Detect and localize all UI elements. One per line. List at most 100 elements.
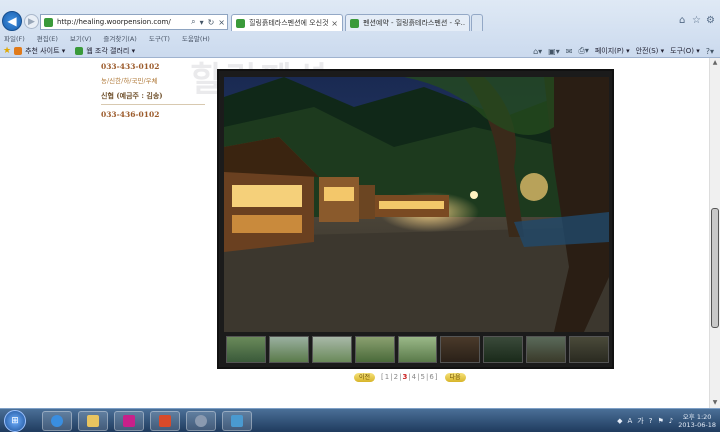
tab-reservation[interactable]: 펜션예약 - 힐링흙테라스펜션 - 우... bbox=[345, 14, 470, 31]
scroll-down-icon[interactable]: ▼ bbox=[710, 398, 720, 408]
page-numbers: [1|2|3|4|5|6] bbox=[381, 373, 439, 381]
network-icon[interactable]: ◆ bbox=[617, 417, 622, 425]
tab-favicon-icon bbox=[236, 18, 245, 28]
taskbar-app-media[interactable] bbox=[114, 411, 144, 431]
contact-info: 033-433-0102 농/신한/하/국민/우체 신협 (예금주 : 김송) … bbox=[101, 62, 211, 119]
taskbar-app-settings[interactable] bbox=[186, 411, 216, 431]
taskbar: ⊞ ◆ A 가 ? ⚑ ♪ 오후 1:20 2013-06-18 bbox=[0, 408, 720, 432]
vertical-scrollbar[interactable]: ▲ ▼ bbox=[709, 58, 720, 408]
tab-favicon-icon bbox=[350, 18, 359, 28]
menu-file[interactable]: 파일(F) bbox=[4, 33, 25, 44]
thumbnail[interactable] bbox=[226, 336, 266, 363]
phone-number-2: 033-436-0102 bbox=[101, 110, 160, 119]
help-icon[interactable]: ?▾ bbox=[706, 47, 714, 56]
language-icon[interactable]: A bbox=[628, 417, 633, 425]
home-icon[interactable]: ⌂▾ bbox=[533, 47, 542, 56]
help-icon[interactable]: ? bbox=[649, 417, 653, 425]
back-arrow-icon: ◀ bbox=[7, 14, 17, 28]
thumbnail[interactable] bbox=[526, 336, 567, 363]
url-text[interactable]: http://healing.woorpension.com/ bbox=[57, 18, 189, 26]
scroll-thumb[interactable] bbox=[711, 208, 719, 328]
thumbnail[interactable] bbox=[268, 336, 309, 363]
main-photo[interactable] bbox=[224, 77, 609, 332]
search-icon[interactable]: ⌕ bbox=[189, 17, 197, 27]
next-page-button[interactable]: 다음 bbox=[444, 372, 466, 382]
home-icon[interactable]: ⌂ bbox=[679, 15, 685, 26]
back-button[interactable]: ◀ bbox=[2, 11, 22, 31]
dropdown-icon[interactable]: ▾ bbox=[198, 18, 206, 27]
menu-bar: 파일(F) 편집(E) 보기(V) 즐겨찾기(A) 도구(T) 도움말(H) bbox=[0, 33, 720, 44]
media-app-icon bbox=[123, 415, 135, 427]
settings-app-icon bbox=[195, 415, 207, 427]
command-bar: ⌂▾ ▣▾ ✉ ⎙▾ 페이지(P) ▾ 안전(S) ▾ 도구(O) ▾ ?▾ bbox=[533, 44, 714, 58]
site-favicon-icon bbox=[44, 17, 53, 27]
safety-menu-button[interactable]: 안전(S) ▾ bbox=[636, 46, 665, 56]
stop-icon[interactable]: × bbox=[216, 18, 227, 27]
current-page-link[interactable]: 3 bbox=[402, 373, 408, 381]
page-link[interactable]: 6 bbox=[429, 373, 434, 381]
page-menu-button[interactable]: 페이지(P) ▾ bbox=[595, 46, 630, 56]
mail-icon[interactable]: ✉ bbox=[566, 47, 573, 56]
thumbnail[interactable] bbox=[483, 336, 524, 363]
ime-icon[interactable]: 가 bbox=[637, 416, 643, 426]
taskbar-app-image-viewer[interactable] bbox=[222, 411, 252, 431]
favorite-label: 추천 사이트 ▾ bbox=[25, 47, 66, 55]
favorite-suggested-sites[interactable]: 추천 사이트 ▾ bbox=[14, 46, 65, 56]
page-link[interactable]: 5 bbox=[421, 373, 426, 381]
favorite-label: 웹 조각 갤러리 ▾ bbox=[86, 47, 136, 55]
prev-page-button[interactable]: 이전 bbox=[354, 372, 376, 382]
scroll-up-icon[interactable]: ▲ bbox=[710, 58, 720, 68]
taskbar-app-file-explorer[interactable] bbox=[78, 411, 108, 431]
favorites-star-icon[interactable]: ★ bbox=[3, 46, 11, 56]
image-viewer-icon bbox=[231, 415, 243, 427]
close-tab-icon[interactable]: × bbox=[331, 19, 338, 28]
menu-tools[interactable]: 도구(T) bbox=[149, 33, 170, 44]
divider bbox=[101, 104, 205, 105]
page-link[interactable]: 4 bbox=[412, 373, 417, 381]
favorites-star-icon[interactable]: ☆ bbox=[692, 15, 701, 26]
page-link[interactable]: 1 bbox=[385, 373, 390, 381]
windows-logo-icon: ⊞ bbox=[11, 416, 19, 426]
flag-icon[interactable]: ⚑ bbox=[657, 417, 663, 425]
forward-button[interactable]: ▶ bbox=[24, 14, 39, 29]
phone-number-1: 033-433-0102 bbox=[101, 62, 160, 71]
menu-help[interactable]: 도움말(H) bbox=[182, 33, 210, 44]
tab-label: 힐링흙테라스펜션에 오신것을 ... bbox=[249, 19, 329, 27]
new-tab-button[interactable] bbox=[471, 14, 483, 31]
gear-icon[interactable]: ⚙ bbox=[706, 15, 715, 26]
thumbnail[interactable] bbox=[440, 336, 481, 363]
forward-arrow-icon: ▶ bbox=[28, 16, 35, 27]
print-icon[interactable]: ⎙▾ bbox=[578, 46, 588, 56]
taskbar-app-pdf[interactable] bbox=[150, 411, 180, 431]
feeds-icon[interactable]: ▣▾ bbox=[548, 47, 560, 56]
system-tray: ◆ A 가 ? ⚑ ♪ 오후 1:20 2013-06-18 bbox=[617, 411, 716, 431]
internet-explorer-icon bbox=[51, 415, 63, 427]
page-content: 힐링펜션 033-433-0102 농/신한/하/국민/우체 신협 (예금주 :… bbox=[0, 58, 709, 408]
tab-label: 펜션예약 - 힐링흙테라스펜션 - 우... bbox=[363, 19, 465, 27]
thumbnail[interactable] bbox=[354, 336, 395, 363]
tab-healing-pension[interactable]: 힐링흙테라스펜션에 오신것을 ... × bbox=[231, 14, 343, 31]
volume-icon[interactable]: ♪ bbox=[669, 417, 673, 425]
tools-menu-button[interactable]: 도구(O) ▾ bbox=[670, 46, 700, 56]
file-explorer-icon bbox=[87, 415, 99, 427]
thumbnail[interactable] bbox=[397, 336, 438, 363]
bank-list: 농/신한/하/국민/우체 bbox=[101, 77, 158, 85]
clock-date: 2013-06-18 bbox=[678, 421, 716, 429]
address-bar[interactable]: http://healing.woorpension.com/ ⌕ ▾ ↻ × bbox=[40, 14, 228, 30]
thumbnail[interactable] bbox=[569, 336, 610, 363]
taskbar-app-internet-explorer[interactable] bbox=[42, 411, 72, 431]
favorite-web-slice-gallery[interactable]: 웹 조각 갤러리 ▾ bbox=[75, 46, 135, 56]
account-holder: 신협 (예금주 : 김송) bbox=[101, 91, 163, 100]
thumbnail[interactable] bbox=[311, 336, 352, 363]
menu-view[interactable]: 보기(V) bbox=[70, 33, 91, 44]
gallery-pager: 이전 [1|2|3|4|5|6] 다음 bbox=[354, 371, 466, 383]
browser-chrome: ◀ ▶ http://healing.woorpension.com/ ⌕ ▾ … bbox=[0, 0, 720, 58]
clock[interactable]: 오후 1:20 2013-06-18 bbox=[678, 413, 716, 429]
refresh-icon[interactable]: ↻ bbox=[206, 18, 217, 27]
pdf-app-icon bbox=[159, 415, 171, 427]
suggested-sites-icon bbox=[14, 47, 23, 55]
menu-edit[interactable]: 편집(E) bbox=[37, 33, 58, 44]
menu-favorites[interactable]: 즐겨찾기(A) bbox=[103, 33, 136, 44]
page-link[interactable]: 2 bbox=[394, 373, 399, 381]
start-button[interactable]: ⊞ bbox=[4, 410, 26, 432]
